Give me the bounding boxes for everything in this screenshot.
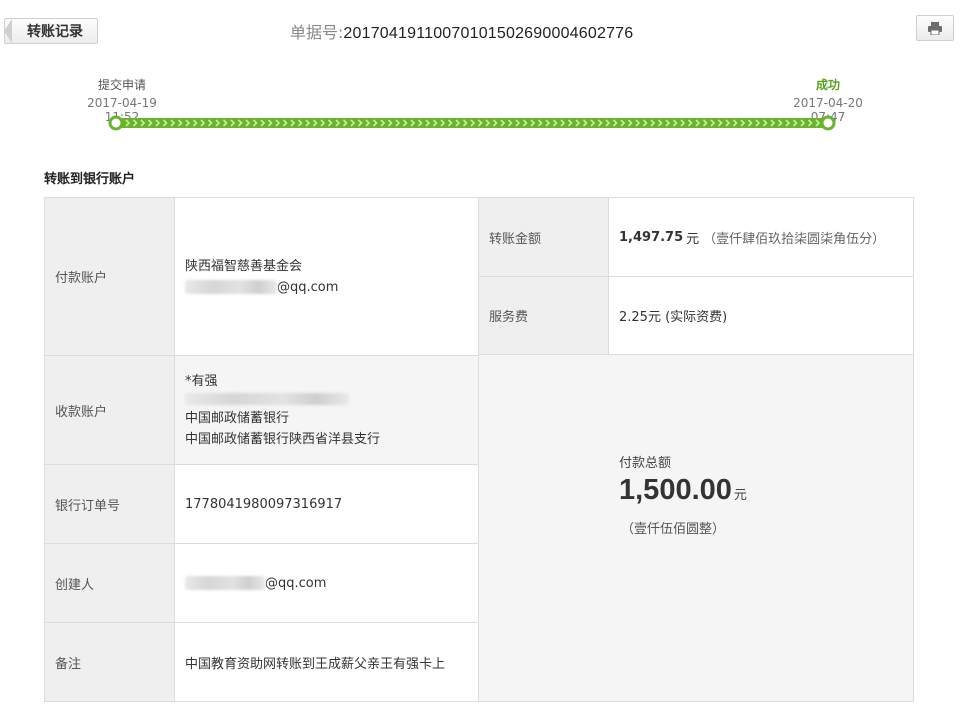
- creator-value: @qq.com: [175, 544, 479, 623]
- payment-total-panel: 付款总额 1,500.00 元 （壹仟伍佰圆整）: [479, 355, 913, 701]
- section-title: 转账到银行账户: [44, 172, 136, 187]
- payer-email-suffix: @qq.com: [277, 279, 339, 295]
- redacted-email-blur: [185, 280, 277, 294]
- service-fee-label: 服务费: [479, 277, 609, 355]
- payer-name: 陕西福智慈善基金会: [185, 258, 303, 274]
- payer-account-value: 陕西福智慈善基金会 @qq.com: [175, 198, 479, 356]
- payment-total-number: 1,500.00: [619, 474, 732, 506]
- creator-email-suffix: @qq.com: [265, 575, 327, 591]
- timeline-end-node: [820, 115, 836, 131]
- payment-total-amount: 1,500.00 元: [619, 474, 747, 507]
- payee-account-value: *有强 中国邮政储蓄银行 中国邮政储蓄银行陕西省洋县支行: [175, 356, 479, 465]
- payment-total-words: （壹仟伍佰圆整）: [621, 522, 726, 537]
- bank-order-label: 银行订单号: [45, 465, 175, 544]
- transfer-amount-label: 转账金额: [479, 198, 609, 277]
- service-fee-value: 2.25元 (实际资费): [609, 277, 913, 355]
- step-submitted-label: 提交申请: [97, 78, 146, 92]
- timeline-start-node: [108, 115, 124, 131]
- payee-bank: 中国邮政储蓄银行: [185, 410, 290, 426]
- redacted-account-blur: [185, 392, 349, 405]
- back-button-label: 转账记录: [27, 24, 83, 40]
- document-number-value: 20170419110070101502690004602776: [343, 25, 634, 42]
- print-button[interactable]: [916, 15, 954, 41]
- payer-email: @qq.com: [185, 277, 338, 298]
- redacted-email-blur: [185, 576, 265, 590]
- document-number: 单据号: 20170419110070101502690004602776: [290, 19, 633, 43]
- payee-branch: 中国邮政储蓄银行陕西省洋县支行: [185, 431, 381, 447]
- transfer-amount-unit: 元: [686, 231, 700, 247]
- note-label: 备注: [45, 623, 175, 701]
- transfer-amount-number: 1,497.75: [619, 229, 684, 245]
- bank-order-value: 1778041980097316917: [175, 465, 479, 544]
- transfer-amount-words: （壹仟肆佰玖拾柒圆柒角伍分）: [703, 231, 886, 247]
- progress-timeline: [108, 115, 836, 131]
- transfer-details-table: 付款账户 陕西福智慈善基金会 @qq.com 收款账户 *有强 中国邮政储蓄银行…: [44, 197, 914, 702]
- payee-account-label: 收款账户: [45, 356, 175, 465]
- document-number-label: 单据号:: [290, 23, 344, 42]
- step-success-label: 成功: [815, 78, 840, 92]
- payment-total-label: 付款总额: [619, 456, 672, 471]
- back-to-transfer-records-button[interactable]: 转账记录: [4, 18, 98, 44]
- payee-name: *有强: [185, 373, 218, 389]
- payer-account-label: 付款账户: [45, 198, 175, 356]
- payment-total-unit: 元: [733, 488, 747, 503]
- note-value: 中国教育资助网转账到王成薪父亲王有强卡上: [175, 623, 479, 701]
- transfer-amount-value: 1,497.75 元 （壹仟肆佰玖拾柒圆柒角伍分）: [609, 198, 913, 277]
- printer-icon: [928, 21, 942, 35]
- creator-label: 创建人: [45, 544, 175, 623]
